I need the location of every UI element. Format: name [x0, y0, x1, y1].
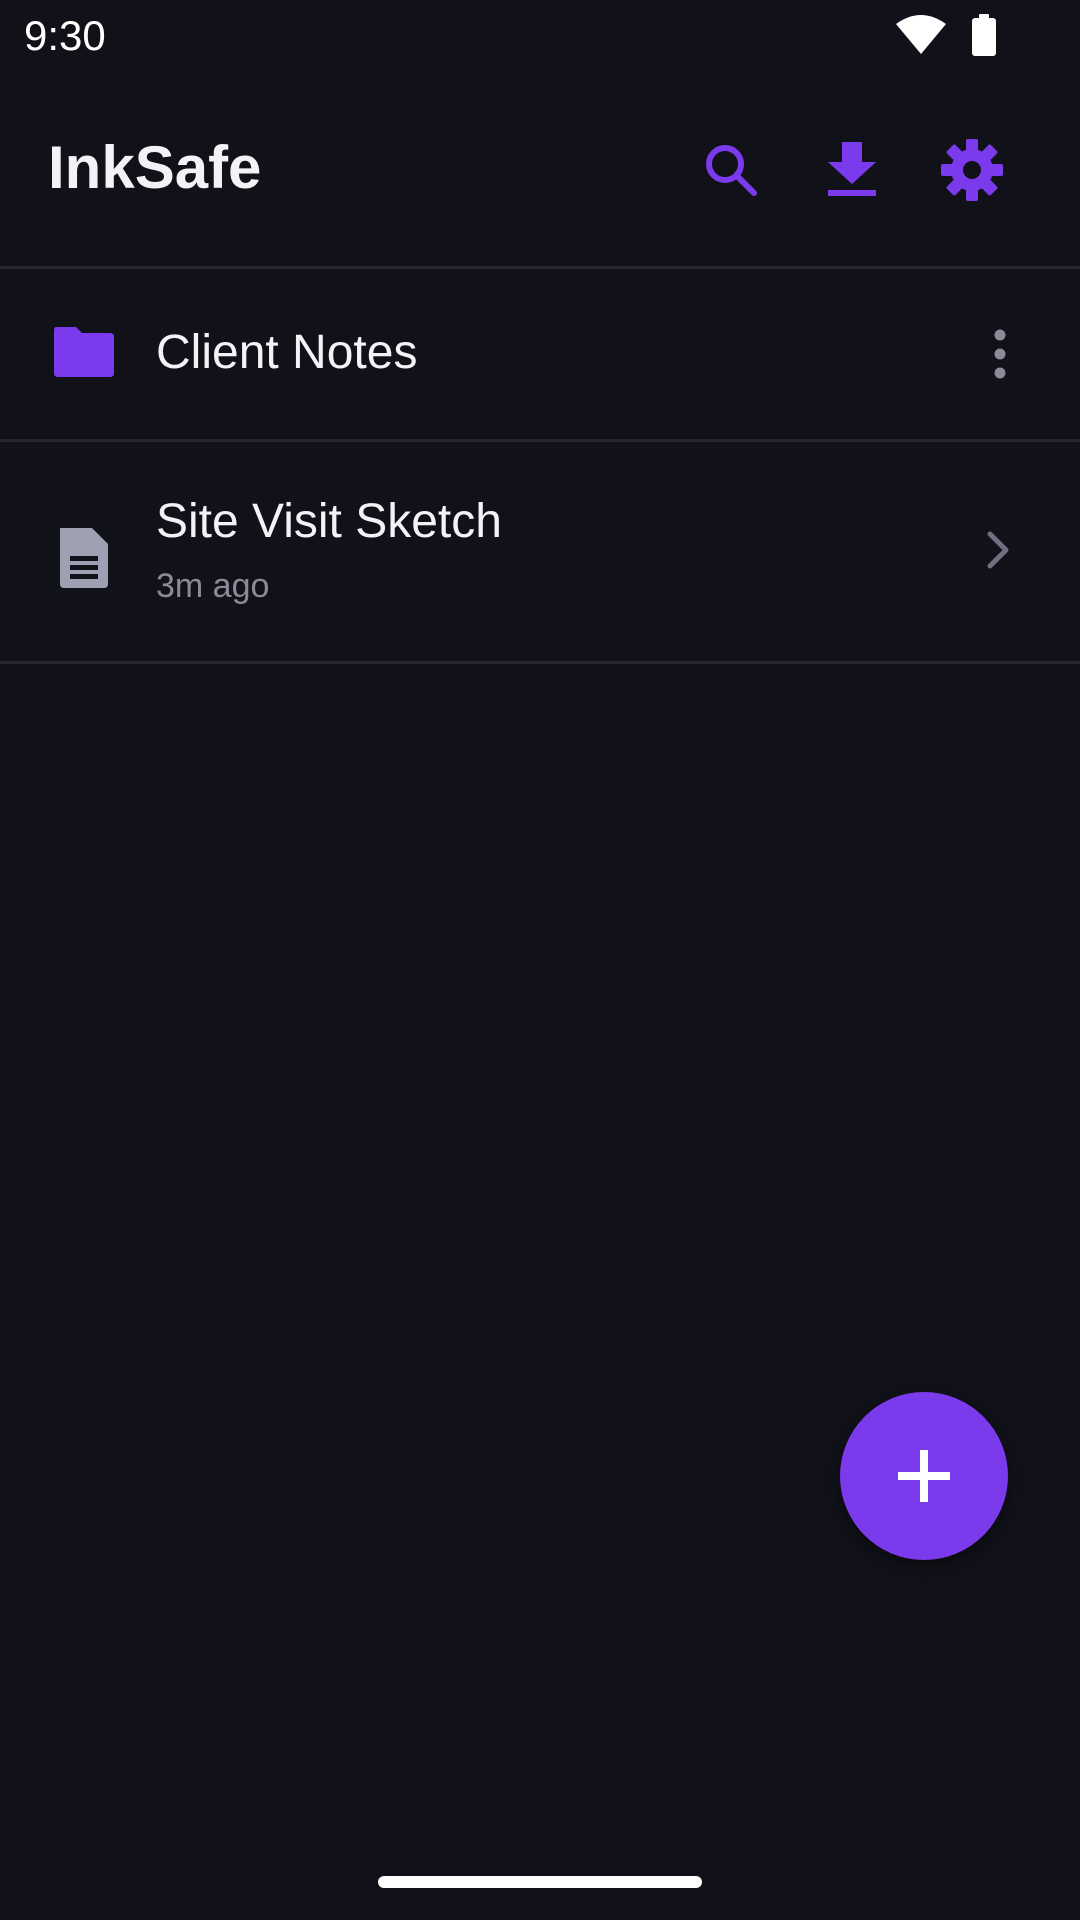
folder-title: Client Notes: [156, 326, 418, 379]
status-bar: 9:30: [0, 0, 1080, 72]
chevron-right-icon: [970, 522, 1026, 578]
download-icon: [828, 142, 876, 196]
list-item[interactable]: Client Notes: [0, 269, 1080, 442]
more-options-button[interactable]: [972, 314, 1028, 394]
settings-button[interactable]: [932, 130, 1012, 210]
folder-icon: [54, 327, 114, 377]
gear-icon: [941, 139, 1003, 201]
list-item[interactable]: Site Visit Sketch 3m ago: [0, 442, 1080, 664]
search-button[interactable]: [691, 130, 771, 210]
search-icon: [706, 145, 757, 196]
app-bar: InkSafe: [0, 72, 1080, 269]
add-button[interactable]: [840, 1392, 1008, 1560]
file-timestamp: 3m ago: [156, 567, 270, 605]
app-title: InkSafe: [48, 134, 262, 201]
file-list: Client Notes Site Visit Sketch 3m ago: [0, 269, 1080, 664]
plus-icon: [898, 1450, 950, 1502]
more-vert-icon: [994, 329, 1006, 379]
gesture-bar[interactable]: [378, 1876, 702, 1888]
wifi-icon: [896, 15, 946, 54]
document-icon: [60, 528, 108, 588]
status-time: 9:30: [24, 12, 106, 59]
download-button[interactable]: [812, 130, 892, 210]
battery-icon: [972, 14, 996, 56]
file-title: Site Visit Sketch: [156, 495, 502, 548]
screen: 9:30 InkSafe Client Notes Site Visit Ske…: [0, 0, 1080, 1920]
